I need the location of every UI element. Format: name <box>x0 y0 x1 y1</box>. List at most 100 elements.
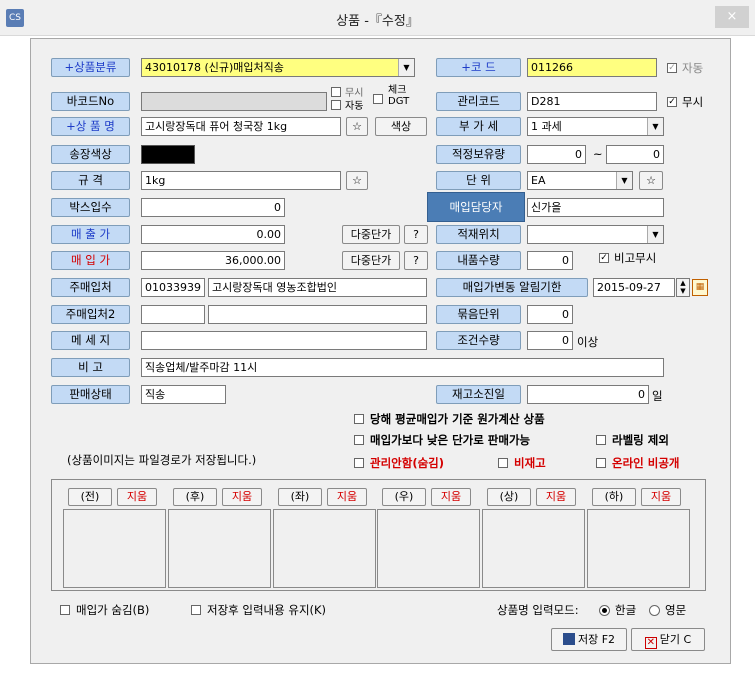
image-slot-0-preview[interactable] <box>63 509 166 588</box>
image-slot-4-preview[interactable] <box>482 509 585 588</box>
avg-cost-checkbox[interactable] <box>354 414 364 424</box>
image-slot-2-select-button[interactable]: (좌) <box>278 488 322 506</box>
image-slot-0-delete-button[interactable]: 지움 <box>117 488 157 506</box>
code-input[interactable]: 011266 <box>527 58 657 77</box>
color-button[interactable]: 색상 <box>375 117 427 136</box>
purchase-multi-price-button[interactable]: 다중단가 <box>342 251 400 270</box>
image-slot-1-select-button[interactable]: (후) <box>173 488 217 506</box>
delivery-qty-input[interactable]: 0 <box>527 251 573 270</box>
compare-ignore-checkbox[interactable]: ✓ <box>599 253 609 263</box>
save-icon <box>562 633 575 645</box>
barcode-input[interactable] <box>141 92 327 111</box>
image-slot-3-delete-button[interactable]: 지움 <box>431 488 471 506</box>
invoice-color-label: 송장색상 <box>51 145 130 164</box>
supplier-name-input[interactable]: 고시랑장독대 영농조합법인 <box>208 278 427 297</box>
delivery-qty-label: 내품수량 <box>436 251 521 270</box>
label-excl-checkbox[interactable] <box>596 435 606 445</box>
supplier2-code-input[interactable] <box>141 305 205 324</box>
auto-checkbox[interactable]: ✓ <box>667 63 677 73</box>
remarks-label: 비 고 <box>51 358 130 377</box>
condition-qty-input[interactable]: 0 <box>527 331 573 350</box>
below-price-checkbox[interactable] <box>354 435 364 445</box>
box-qty-input[interactable]: 0 <box>141 198 285 217</box>
sale-status-input[interactable]: 직송 <box>141 385 226 404</box>
window-close-button[interactable]: × <box>715 6 749 28</box>
spin-down-icon[interactable]: ▼ <box>677 287 689 295</box>
spec-star-button[interactable]: ☆ <box>346 171 368 190</box>
bundle-unit-input[interactable]: 0 <box>527 305 573 324</box>
sales-help-button[interactable]: ? <box>404 225 428 244</box>
category-value: 43010178 (신규)매입처직송 <box>145 61 284 74</box>
mgmt-hidden-checkbox[interactable] <box>354 458 364 468</box>
product-name-label: +상 품 명 <box>51 117 130 136</box>
mgmt-code-input[interactable]: D281 <box>527 92 657 111</box>
keep-input-checkbox[interactable] <box>191 605 201 615</box>
close-button[interactable]: ✕ 닫기 C <box>631 628 705 651</box>
date-spinner[interactable]: ▲ ▼ <box>676 278 690 297</box>
sales-price-input[interactable]: 0.00 <box>141 225 285 244</box>
spec-input[interactable]: 1kg <box>141 171 341 190</box>
mgmt-code-label: 관리코드 <box>436 92 521 111</box>
unit-star-button[interactable]: ☆ <box>639 171 663 190</box>
ignore-checkbox[interactable] <box>331 87 341 97</box>
chevron-down-icon[interactable]: ▼ <box>398 59 414 76</box>
vat-ignore-checkbox[interactable]: ✓ <box>667 97 677 107</box>
message-input[interactable] <box>141 331 427 350</box>
vat-value: 1 과세 <box>531 120 562 133</box>
spin-up-icon[interactable]: ▲ <box>677 279 689 287</box>
category-label: +상품분류 <box>51 58 130 77</box>
below-price-label: 매입가보다 낮은 단가로 판매가능 <box>370 433 531 447</box>
calendar-icon[interactable]: ▦ <box>692 279 708 296</box>
check-dgt-checkbox[interactable] <box>373 94 383 104</box>
sales-multi-price-button[interactable]: 다중단가 <box>342 225 400 244</box>
image-slot-1-delete-button[interactable]: 지움 <box>222 488 262 506</box>
avg-cost-label: 당해 평균매입가 기준 원가계산 상품 <box>370 412 545 426</box>
auto2-checkbox[interactable] <box>331 100 341 110</box>
supplier2-name-input[interactable] <box>208 305 427 324</box>
main-supplier-label: 주매입처 <box>51 278 130 297</box>
remarks-input[interactable]: 직송업체/발주마감 11시 <box>141 358 664 377</box>
chevron-down-icon[interactable]: ▼ <box>647 226 663 243</box>
product-name-star-button[interactable]: ☆ <box>346 117 368 136</box>
image-slot-3-preview[interactable] <box>377 509 480 588</box>
image-slot-3-select-button[interactable]: (우) <box>382 488 426 506</box>
proper-stock-min-input[interactable]: 0 <box>527 145 586 164</box>
chevron-down-icon[interactable]: ▼ <box>647 118 663 135</box>
non-stock-checkbox[interactable] <box>498 458 508 468</box>
invoice-color-swatch[interactable] <box>141 145 195 164</box>
vat-label: 부 가 세 <box>436 117 521 136</box>
unit-select[interactable]: EA ▼ <box>527 171 633 190</box>
image-slot-2-delete-button[interactable]: 지움 <box>327 488 367 506</box>
online-private-checkbox[interactable] <box>596 458 606 468</box>
vat-select[interactable]: 1 과세 ▼ <box>527 117 664 136</box>
purchase-price-label: 매 입 가 <box>51 251 130 270</box>
purchase-price-input[interactable]: 36,000.00 <box>141 251 285 270</box>
buyer-input[interactable]: 신가을 <box>527 198 664 217</box>
image-slot-1-preview[interactable] <box>168 509 271 588</box>
unit-label: 단 위 <box>436 171 521 190</box>
image-slot-0-select-button[interactable]: (전) <box>68 488 112 506</box>
price-alert-date-input[interactable]: 2015-09-27 <box>593 278 675 297</box>
title-bar: CS 상품 -『수정』 × <box>0 0 755 36</box>
image-slot-4-select-button[interactable]: (상) <box>487 488 531 506</box>
keep-input-label: 저장후 입력내용 유지(K) <box>207 603 327 617</box>
image-slot-5-preview[interactable] <box>587 509 690 588</box>
category-select[interactable]: 43010178 (신규)매입처직송 ▼ <box>141 58 415 77</box>
sale-status-label: 판매상태 <box>51 385 130 404</box>
hide-purchase-checkbox[interactable] <box>60 605 70 615</box>
image-slot-4-delete-button[interactable]: 지움 <box>536 488 576 506</box>
purchase-help-button[interactable]: ? <box>404 251 428 270</box>
chevron-down-icon[interactable]: ▼ <box>616 172 632 189</box>
english-radio[interactable] <box>649 605 660 616</box>
stock-exhaust-input[interactable]: 0 <box>527 385 649 404</box>
condition-suffix: 이상 <box>577 335 599 349</box>
proper-stock-max-input[interactable]: 0 <box>606 145 664 164</box>
product-name-input[interactable]: 고시랑장독대 퓨어 청국장 1kg <box>141 117 341 136</box>
image-slot-2-preview[interactable] <box>273 509 376 588</box>
save-button[interactable]: 저장 F2 <box>551 628 627 651</box>
image-slot-5-delete-button[interactable]: 지움 <box>641 488 681 506</box>
image-slot-5-select-button[interactable]: (하) <box>592 488 636 506</box>
korean-radio[interactable] <box>599 605 610 616</box>
storage-loc-select[interactable]: ▼ <box>527 225 664 244</box>
supplier-code-input[interactable]: 01033939 <box>141 278 205 297</box>
